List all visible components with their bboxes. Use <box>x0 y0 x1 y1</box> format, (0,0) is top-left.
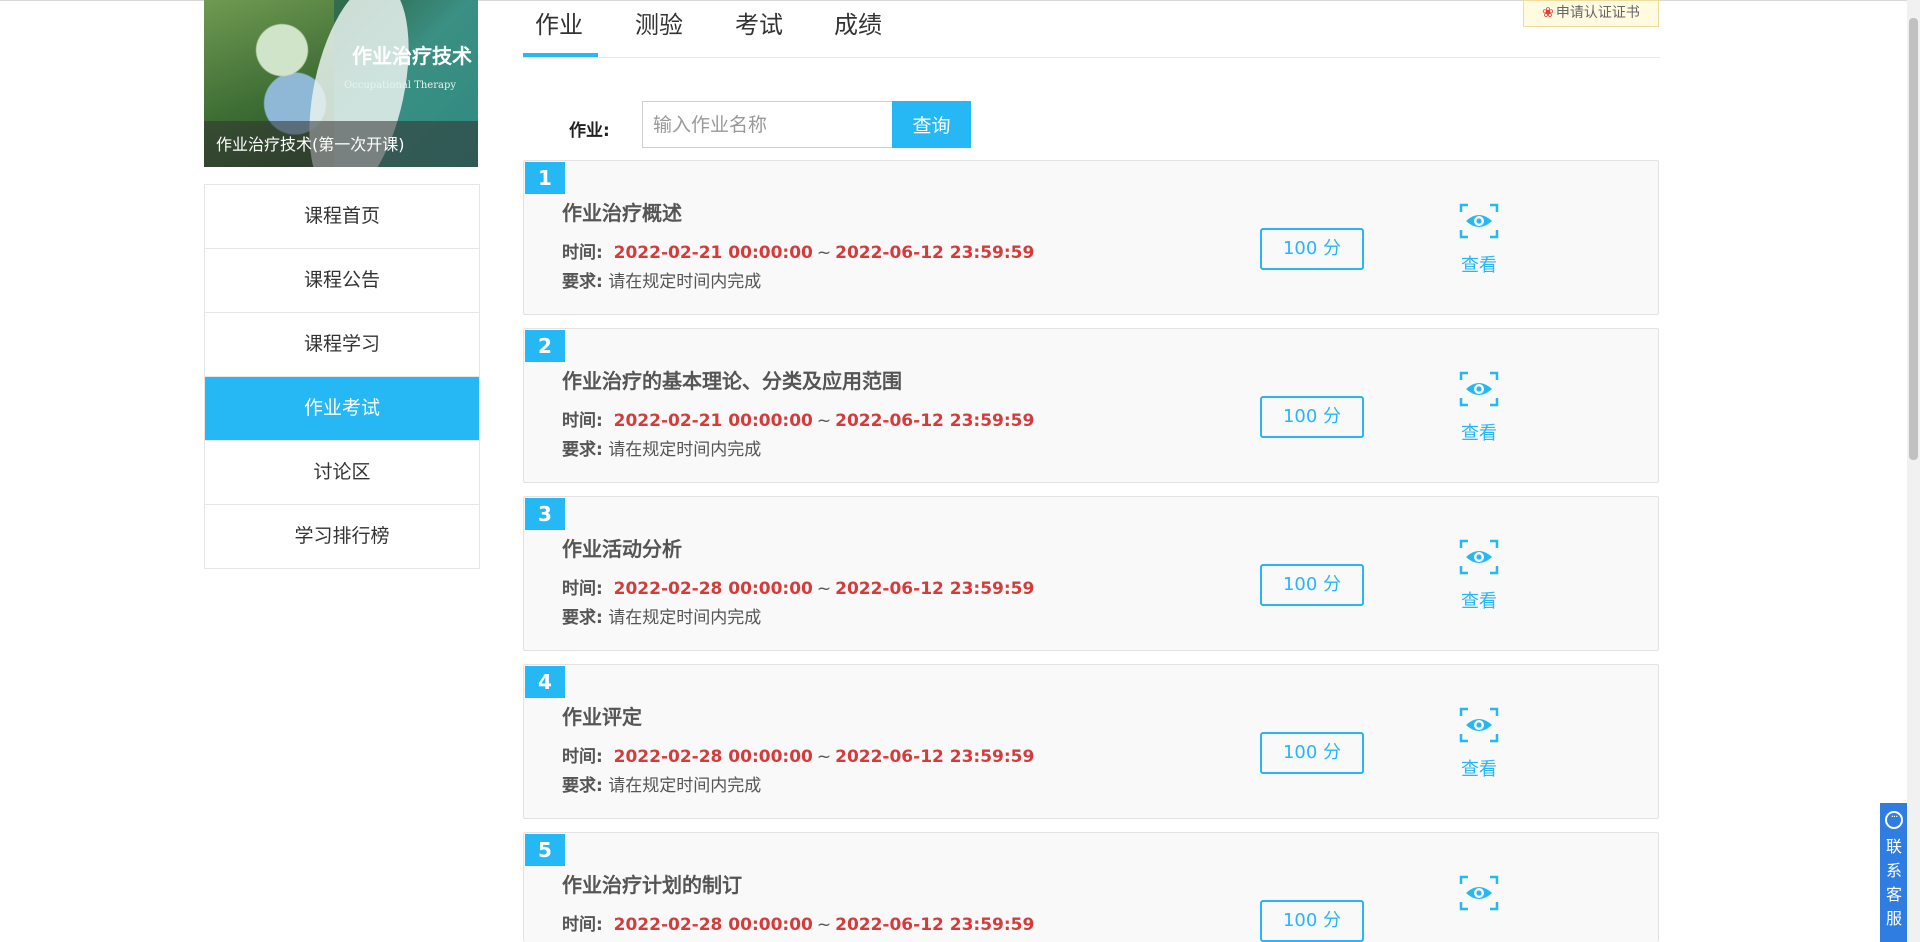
assignment-card: 2 作业治疗的基本理论、分类及应用范围 时间: 2022-02-21 00:00… <box>523 328 1659 483</box>
end-time: 2022-06-12 23:59:59 <box>835 915 1035 935</box>
time-label: 时间: <box>562 243 603 263</box>
requirement-text: 请在规定时间内完成 <box>608 608 762 628</box>
eye-icon <box>1459 707 1499 743</box>
score-badge: 100 分 <box>1260 900 1364 942</box>
requirement-label: 要求: <box>562 776 603 796</box>
assignment-card: 3 作业活动分析 时间: 2022-02-28 00:00:00 ~2022-06… <box>523 496 1659 651</box>
start-time: 2022-02-21 00:00:00 <box>613 243 813 263</box>
tab-exams[interactable]: 考试 <box>735 5 783 40</box>
requirement-label: 要求: <box>562 440 603 460</box>
apply-certificate-label: 申请认证证书 <box>1555 5 1640 21</box>
assignment-title[interactable]: 作业活动分析 <box>562 533 682 562</box>
tab-quizzes[interactable]: 测验 <box>635 5 683 40</box>
view-button[interactable]: 查看 <box>1459 371 1499 445</box>
assignment-requirement: 要求: 请在规定时间内完成 <box>562 771 761 796</box>
view-label: 查看 <box>1461 759 1497 780</box>
sidebar-item-announcements[interactable]: 课程公告 <box>205 249 479 313</box>
sidebar-item-discussion[interactable]: 讨论区 <box>205 441 479 505</box>
assignment-search-input[interactable] <box>642 101 892 148</box>
sidebar-item-assignments-exams[interactable]: 作业考试 <box>205 377 479 441</box>
view-button[interactable]: 查看 <box>1459 707 1499 781</box>
cover-subtitle: Occupational Therapy <box>343 80 456 91</box>
assignment-number: 5 <box>525 834 565 866</box>
requirement-label: 要求: <box>562 608 603 628</box>
tab-bar: 作业 测验 考试 成绩 <box>523 0 1660 58</box>
score-badge: 100 分 <box>1260 732 1364 774</box>
apply-certificate-button[interactable]: ❀ 申请认证证书 <box>1523 0 1659 27</box>
start-time: 2022-02-28 00:00:00 <box>613 747 813 767</box>
course-name: 作业治疗技术(第一次开课) <box>216 135 405 154</box>
course-menu: 课程首页 课程公告 课程学习 作业考试 讨论区 学习排行榜 <box>204 184 480 569</box>
start-time: 2022-02-28 00:00:00 <box>613 579 813 599</box>
start-time: 2022-02-21 00:00:00 <box>613 411 813 431</box>
page-scrollbar[interactable] <box>1907 0 1920 942</box>
view-label: 查看 <box>1461 255 1497 276</box>
sidebar-item-home[interactable]: 课程首页 <box>205 185 479 249</box>
assignment-number: 3 <box>525 498 565 530</box>
view-label: 查看 <box>1461 591 1497 612</box>
chat-icon: ··· <box>1885 811 1903 829</box>
end-time: 2022-06-12 23:59:59 <box>835 243 1035 263</box>
assignment-title[interactable]: 作业治疗计划的制订 <box>562 869 742 898</box>
eye-icon <box>1459 539 1499 575</box>
end-time: 2022-06-12 23:59:59 <box>835 747 1035 767</box>
search-label: 作业: <box>569 121 610 141</box>
assignment-number: 4 <box>525 666 565 698</box>
score-badge: 100 分 <box>1260 228 1364 270</box>
assignment-time: 时间: 2022-02-28 00:00:00 ~2022-06-12 23:59… <box>562 747 1035 767</box>
assignment-time: 时间: 2022-02-28 00:00:00 ~2022-06-12 23:59… <box>562 915 1035 935</box>
assignment-number: 2 <box>525 330 565 362</box>
assignment-time: 时间: 2022-02-28 00:00:00 ~2022-06-12 23:59… <box>562 579 1035 599</box>
view-label: 查看 <box>1461 423 1497 444</box>
assignment-title[interactable]: 作业治疗概述 <box>562 197 682 226</box>
sidebar-item-study[interactable]: 课程学习 <box>205 313 479 377</box>
assignment-number: 1 <box>525 162 565 194</box>
assignment-requirement: 要求: 请在规定时间内完成 <box>562 603 761 628</box>
end-time: 2022-06-12 23:59:59 <box>835 411 1035 431</box>
requirement-text: 请在规定时间内完成 <box>608 440 762 460</box>
requirement-text: 请在规定时间内完成 <box>608 272 762 292</box>
score-badge: 100 分 <box>1260 564 1364 606</box>
active-tab-indicator <box>523 53 598 57</box>
assignment-requirement: 要求: 请在规定时间内完成 <box>562 267 761 292</box>
cover-title: 作业治疗技术 <box>352 44 472 68</box>
time-label: 时间: <box>562 579 603 599</box>
view-button[interactable]: 查看 <box>1459 539 1499 613</box>
view-button[interactable]: 查看 <box>1459 203 1499 277</box>
eye-icon <box>1459 203 1499 239</box>
assignment-time: 时间: 2022-02-21 00:00:00 ~2022-06-12 23:59… <box>562 411 1035 431</box>
tab-grades[interactable]: 成绩 <box>834 5 882 40</box>
tab-assignments[interactable]: 作业 <box>535 5 583 40</box>
time-label: 时间: <box>562 411 603 431</box>
assignment-card: 1 作业治疗概述 时间: 2022-02-21 00:00:00 ~2022-06… <box>523 160 1659 315</box>
contact-service-label: 联系客服 <box>1885 837 1902 928</box>
end-time: 2022-06-12 23:59:59 <box>835 579 1035 599</box>
assignment-title[interactable]: 作业治疗的基本理论、分类及应用范围 <box>562 365 902 394</box>
requirement-text: 请在规定时间内完成 <box>608 776 762 796</box>
time-label: 时间: <box>562 915 603 935</box>
time-label: 时间: <box>562 747 603 767</box>
assignment-card: 5 作业治疗计划的制订 时间: 2022-02-28 00:00:00 ~2022… <box>523 832 1659 942</box>
sidebar-item-leaderboard[interactable]: 学习排行榜 <box>205 505 479 569</box>
start-time: 2022-02-28 00:00:00 <box>613 915 813 935</box>
score-badge: 100 分 <box>1260 396 1364 438</box>
eye-icon <box>1459 875 1499 911</box>
eye-icon <box>1459 371 1499 407</box>
assignment-requirement: 要求: 请在规定时间内完成 <box>562 435 761 460</box>
contact-service-widget[interactable]: ··· 联系客服 <box>1880 803 1908 942</box>
requirement-label: 要求: <box>562 272 603 292</box>
assignment-title[interactable]: 作业评定 <box>562 701 642 730</box>
assignment-time: 时间: 2022-02-21 00:00:00 ~2022-06-12 23:59… <box>562 243 1035 263</box>
award-ribbon-icon: ❀ <box>1542 5 1554 21</box>
view-button[interactable] <box>1459 875 1499 911</box>
course-cover[interactable]: 作业治疗技术 Occupational Therapy 作业治疗技术(第一次开课… <box>204 0 478 167</box>
search-button[interactable]: 查询 <box>892 101 971 148</box>
assignment-card: 4 作业评定 时间: 2022-02-28 00:00:00 ~2022-06-1… <box>523 664 1659 819</box>
scrollbar-thumb[interactable] <box>1909 18 1918 460</box>
